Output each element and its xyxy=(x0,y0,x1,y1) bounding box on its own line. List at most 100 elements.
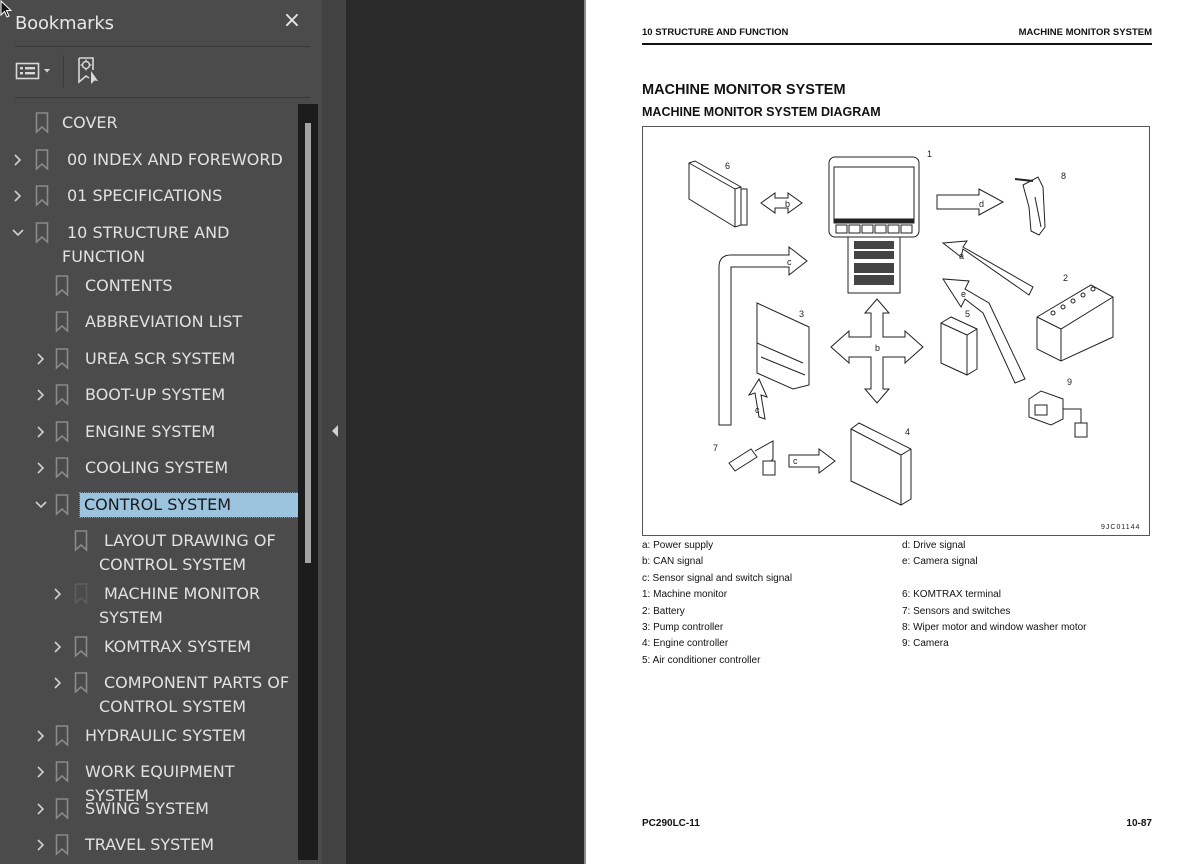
sensor-drawing xyxy=(728,440,776,476)
chevron-right-icon[interactable] xyxy=(35,838,47,852)
close-panel-button[interactable]: × xyxy=(280,9,304,33)
chevron-right-icon[interactable] xyxy=(12,153,24,167)
header-divider xyxy=(15,46,310,47)
legend-item: 1: Machine monitor xyxy=(642,589,728,601)
bookmark-item[interactable]: MACHINE MONITOR SYSTEM xyxy=(0,582,298,630)
bookmark-icon xyxy=(35,222,49,244)
bookmark-icon xyxy=(35,185,49,207)
bookmark-icon xyxy=(55,725,69,747)
bookmark-icon xyxy=(55,421,69,443)
bookmark-item[interactable]: 01 SPECIFICATIONS xyxy=(0,184,298,208)
chevron-right-icon[interactable] xyxy=(12,189,24,203)
legend-item: 5: Air conditioner controller xyxy=(642,654,761,666)
bookmark-label[interactable]: COMPONENT PARTS OF CONTROL SYSTEM xyxy=(99,671,296,719)
bookmark-icon xyxy=(74,636,88,658)
bookmark-item[interactable]: COMPONENT PARTS OF CONTROL SYSTEM xyxy=(0,671,298,719)
chevron-down-icon xyxy=(44,69,50,73)
bookmark-label[interactable]: UREA SCR SYSTEM xyxy=(85,347,296,371)
chevron-right-icon[interactable] xyxy=(35,802,47,816)
bookmark-label[interactable]: TRAVEL SYSTEM xyxy=(85,833,296,857)
bookmark-icon xyxy=(55,311,69,333)
toolbar-divider xyxy=(15,97,310,98)
find-current-bookmark-button[interactable] xyxy=(76,56,102,86)
camera-drawing xyxy=(1028,390,1088,438)
bookmark-item[interactable]: CONTENTS xyxy=(0,274,298,298)
bookmark-icon xyxy=(55,761,69,783)
mouse-pointer-icon xyxy=(0,0,13,18)
section-title: MACHINE MONITOR SYSTEM xyxy=(642,82,846,98)
bookmark-label[interactable]: KOMTRAX SYSTEM xyxy=(99,635,296,659)
options-menu-button[interactable] xyxy=(15,56,53,86)
bookmark-item[interactable]: ENGINE SYSTEM xyxy=(0,420,298,444)
label-9: 9 xyxy=(1067,377,1072,387)
chevron-right-icon[interactable] xyxy=(52,676,64,690)
chevron-right-icon[interactable] xyxy=(35,765,47,779)
bookmark-item[interactable]: KOMTRAX SYSTEM xyxy=(0,635,298,659)
chevron-right-icon[interactable] xyxy=(35,425,47,439)
legend-item: a: Power supply xyxy=(642,540,714,551)
bookmark-label[interactable]: 10 STRUCTURE AND FUNCTION xyxy=(62,221,296,269)
bookmark-icon xyxy=(55,457,69,479)
ac-controller-drawing xyxy=(940,316,978,376)
scrollbar-thumb[interactable] xyxy=(305,123,311,563)
bookmark-item[interactable]: COVER xyxy=(0,111,298,135)
bookmark-label[interactable]: CONTENTS xyxy=(85,274,296,298)
collapse-panel-arrow-icon[interactable] xyxy=(330,423,340,439)
chevron-right-icon[interactable] xyxy=(52,587,64,601)
bookmark-label[interactable]: ENGINE SYSTEM xyxy=(85,420,296,444)
bookmark-label[interactable]: CONTROL SYSTEM xyxy=(79,492,298,518)
machine-monitor-drawing xyxy=(828,156,920,294)
bookmark-icon xyxy=(55,494,69,516)
label-1: 1 xyxy=(927,149,932,159)
panel-title: Bookmarks xyxy=(15,12,114,34)
bookmark-item[interactable]: CONTROL SYSTEM xyxy=(0,492,298,518)
chevron-right-icon[interactable] xyxy=(35,729,47,743)
bookmark-label[interactable]: LAYOUT DRAWING OF CONTROL SYSTEM xyxy=(99,529,296,577)
bookmark-label[interactable]: MACHINE MONITOR SYSTEM xyxy=(99,582,296,630)
chevron-right-icon[interactable] xyxy=(35,352,47,366)
list-options-icon xyxy=(15,62,50,80)
bookmark-item[interactable]: UREA SCR SYSTEM xyxy=(0,347,298,371)
bookmark-icon xyxy=(55,834,69,856)
label-a: a xyxy=(959,251,964,261)
bookmark-item[interactable]: HYDRAULIC SYSTEM xyxy=(0,724,298,748)
legend-item: c: Sensor signal and switch signal xyxy=(642,572,793,584)
bookmark-label[interactable]: COVER xyxy=(62,111,296,135)
label-7: 7 xyxy=(713,443,718,453)
system-diagram: 6 b 1 d 8 c a e 2 3 b c 5 9 7 c 4 9JC011… xyxy=(642,126,1150,536)
bookmark-label[interactable]: 01 SPECIFICATIONS xyxy=(62,184,296,208)
chevron-right-icon[interactable] xyxy=(35,388,47,402)
battery-drawing xyxy=(1036,284,1114,362)
legend-item: 4: Engine controller xyxy=(642,638,729,650)
legend-item: 7: Sensors and switches xyxy=(902,605,1011,617)
bookmark-label[interactable]: COOLING SYSTEM xyxy=(85,456,296,480)
bookmark-item[interactable]: TRAVEL SYSTEM xyxy=(0,833,298,857)
bookmark-label[interactable]: 00 INDEX AND FOREWORD xyxy=(62,148,296,172)
label-e: e xyxy=(961,289,966,299)
bookmark-label[interactable]: SWING SYSTEM xyxy=(85,797,296,821)
bookmark-icon xyxy=(55,798,69,820)
bookmark-item[interactable]: LAYOUT DRAWING OF CONTROL SYSTEM xyxy=(0,529,298,577)
label-2: 2 xyxy=(1063,273,1068,283)
bookmark-label[interactable]: HYDRAULIC SYSTEM xyxy=(85,724,296,748)
chevron-down-icon[interactable] xyxy=(35,498,47,512)
diagram-code: 9JC01144 xyxy=(1101,524,1140,531)
bookmark-icon xyxy=(55,348,69,370)
bookmark-item[interactable]: ABBREVIATION LIST xyxy=(0,310,298,334)
bookmark-item[interactable]: 00 INDEX AND FOREWORD xyxy=(0,148,298,172)
chevron-right-icon[interactable] xyxy=(35,461,47,475)
bookmark-item[interactable]: COOLING SYSTEM xyxy=(0,456,298,480)
bookmark-label[interactable]: ABBREVIATION LIST xyxy=(85,310,296,334)
label-6: 6 xyxy=(725,161,730,171)
bookmark-icon xyxy=(55,384,69,406)
legend-item: 8: Wiper motor and window washer motor xyxy=(902,622,1087,633)
legend-item: 9: Camera xyxy=(902,638,949,650)
bookmark-item[interactable]: SWING SYSTEM xyxy=(0,797,298,821)
legend-item: 2: Battery xyxy=(642,605,685,617)
bookmark-item[interactable]: 10 STRUCTURE AND FUNCTION xyxy=(0,221,298,269)
chevron-right-icon[interactable] xyxy=(52,640,64,654)
chevron-down-icon[interactable] xyxy=(12,226,24,240)
bookmark-label[interactable]: BOOT-UP SYSTEM xyxy=(85,383,296,407)
bookmark-item[interactable]: WORK EQUIPMENT SYSTEM xyxy=(0,760,298,805)
bookmark-item[interactable]: BOOT-UP SYSTEM xyxy=(0,383,298,407)
